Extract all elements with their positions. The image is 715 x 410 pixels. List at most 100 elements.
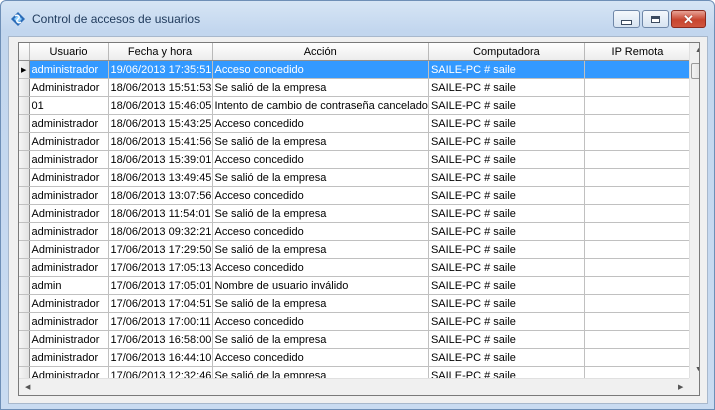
table-row[interactable]: administrador 17/06/2013 17:00:11 Acceso c… xyxy=(19,312,691,331)
row-indicator[interactable] xyxy=(19,78,30,97)
cell-ip-remota[interactable] xyxy=(584,150,691,169)
row-indicator[interactable] xyxy=(19,150,30,169)
row-indicator[interactable] xyxy=(19,168,30,187)
row-indicator[interactable] xyxy=(19,312,30,331)
cell-usuario[interactable]: Administrador xyxy=(29,330,109,349)
row-indicator[interactable] xyxy=(19,294,30,313)
cell-usuario[interactable]: admin xyxy=(29,276,109,295)
column-header-ip-remota[interactable]: IP Remota xyxy=(584,43,691,61)
cell-ip-remota[interactable] xyxy=(584,276,691,295)
cell-computadora[interactable]: SAILE-PC # saile xyxy=(428,114,585,133)
scroll-up-arrow-icon[interactable]: ▲ xyxy=(695,47,699,54)
column-header-usuario[interactable]: Usuario xyxy=(29,43,109,61)
cell-accion[interactable]: Acceso concedido xyxy=(212,150,429,169)
table-row[interactable]: Administrador 18/06/2013 15:51:53 Se salió… xyxy=(19,78,691,97)
cell-fecha-hora[interactable]: 17/06/2013 17:04:51 xyxy=(108,294,213,313)
cell-fecha-hora[interactable]: 17/06/2013 17:05:01 xyxy=(108,276,213,295)
cell-ip-remota[interactable] xyxy=(584,186,691,205)
cell-fecha-hora[interactable]: 17/06/2013 16:58:00 xyxy=(108,330,213,349)
table-row[interactable]: Administrador 17/06/2013 17:29:50 Se salió… xyxy=(19,240,691,259)
cell-fecha-hora[interactable]: 18/06/2013 13:07:56 xyxy=(108,186,213,205)
row-indicator[interactable] xyxy=(19,330,30,349)
cell-accion[interactable]: Nombre de usuario inválido xyxy=(212,276,429,295)
cell-ip-remota[interactable] xyxy=(584,258,691,277)
cell-ip-remota[interactable] xyxy=(584,132,691,151)
cell-usuario[interactable]: administrador xyxy=(29,258,109,277)
cell-usuario[interactable]: administrador xyxy=(29,150,109,169)
cell-ip-remota[interactable] xyxy=(584,312,691,331)
table-row[interactable]: Administrador 17/06/2013 17:04:51 Se salió… xyxy=(19,294,691,313)
table-row[interactable]: administrador 18/06/2013 15:43:25 Acceso c… xyxy=(19,114,691,133)
cell-accion[interactable]: Se salió de la empresa xyxy=(212,168,429,187)
cell-usuario[interactable]: Administrador xyxy=(29,78,109,97)
cell-ip-remota[interactable] xyxy=(584,168,691,187)
cell-fecha-hora[interactable]: 18/06/2013 13:49:45 xyxy=(108,168,213,187)
cell-accion[interactable]: Se salió de la empresa xyxy=(212,294,429,313)
table-row[interactable]: Administrador 17/06/2013 16:58:00 Se salió… xyxy=(19,330,691,349)
close-button[interactable]: ✕ xyxy=(671,10,706,28)
table-row[interactable]: 01 18/06/2013 15:46:05 Intento de cambio d… xyxy=(19,96,691,115)
cell-usuario[interactable]: administrador xyxy=(29,60,109,79)
cell-usuario[interactable]: administrador xyxy=(29,114,109,133)
cell-fecha-hora[interactable]: 19/06/2013 17:35:51 xyxy=(108,60,213,79)
cell-computadora[interactable]: SAILE-PC # saile xyxy=(428,150,585,169)
table-row[interactable]: administrador 18/06/2013 09:32:21 Acceso c… xyxy=(19,222,691,241)
cell-fecha-hora[interactable]: 17/06/2013 17:29:50 xyxy=(108,240,213,259)
cell-ip-remota[interactable] xyxy=(584,204,691,223)
cell-accion[interactable]: Se salió de la empresa xyxy=(212,240,429,259)
cell-accion[interactable]: Acceso concedido xyxy=(212,60,429,79)
row-indicator[interactable] xyxy=(19,276,30,295)
table-row[interactable]: administrador 17/06/2013 16:44:10 Acceso c… xyxy=(19,348,691,367)
cell-fecha-hora[interactable]: 18/06/2013 15:51:53 xyxy=(108,78,213,97)
cell-accion[interactable]: Acceso concedido xyxy=(212,258,429,277)
table-row[interactable]: admin 17/06/2013 17:05:01 Nombre de usuari… xyxy=(19,276,691,295)
cell-usuario[interactable]: 01 xyxy=(29,96,109,115)
cell-ip-remota[interactable] xyxy=(584,60,691,79)
cell-computadora[interactable]: SAILE-PC # saile xyxy=(428,96,585,115)
row-indicator[interactable]: ▶ xyxy=(19,60,30,79)
cell-usuario[interactable]: Administrador xyxy=(29,132,109,151)
row-indicator[interactable] xyxy=(19,132,30,151)
cell-ip-remota[interactable] xyxy=(584,294,691,313)
cell-accion[interactable]: Acceso concedido xyxy=(212,114,429,133)
cell-fecha-hora[interactable]: 18/06/2013 15:41:56 xyxy=(108,132,213,151)
row-indicator[interactable] xyxy=(19,96,30,115)
row-indicator[interactable] xyxy=(19,348,30,367)
cell-ip-remota[interactable] xyxy=(584,114,691,133)
table-row[interactable]: administrador 17/06/2013 17:05:13 Acceso c… xyxy=(19,258,691,277)
cell-computadora[interactable]: SAILE-PC # saile xyxy=(428,330,585,349)
table-row[interactable]: Administrador 18/06/2013 11:54:01 Se salió… xyxy=(19,204,691,223)
scroll-left-arrow-icon[interactable]: ◀ xyxy=(25,383,30,391)
cell-accion[interactable]: Acceso concedido xyxy=(212,348,429,367)
maximize-button[interactable] xyxy=(642,10,669,28)
cell-fecha-hora[interactable]: 18/06/2013 15:39:01 xyxy=(108,150,213,169)
title-bar[interactable]: Control de accesos de usuarios ✕ xyxy=(1,1,714,37)
cell-ip-remota[interactable] xyxy=(584,222,691,241)
cell-computadora[interactable]: SAILE-PC # saile xyxy=(428,168,585,187)
cell-fecha-hora[interactable]: 17/06/2013 17:00:11 xyxy=(108,312,213,331)
column-header-accion[interactable]: Acción xyxy=(212,43,429,61)
horizontal-scroll-track[interactable] xyxy=(37,380,677,394)
cell-computadora[interactable]: SAILE-PC # saile xyxy=(428,204,585,223)
cell-fecha-hora[interactable]: 17/06/2013 17:05:13 xyxy=(108,258,213,277)
cell-fecha-hora[interactable]: 17/06/2013 16:44:10 xyxy=(108,348,213,367)
cell-computadora[interactable]: SAILE-PC # saile xyxy=(428,276,585,295)
cell-fecha-hora[interactable]: 18/06/2013 09:32:21 xyxy=(108,222,213,241)
cell-ip-remota[interactable] xyxy=(584,330,691,349)
cell-fecha-hora[interactable]: 18/06/2013 11:54:01 xyxy=(108,204,213,223)
cell-usuario[interactable]: administrador xyxy=(29,186,109,205)
cell-accion[interactable]: Se salió de la empresa xyxy=(212,132,429,151)
cell-accion[interactable]: Acceso concedido xyxy=(212,312,429,331)
cell-usuario[interactable]: administrador xyxy=(29,222,109,241)
vertical-scroll-thumb[interactable] xyxy=(691,63,699,79)
cell-computadora[interactable]: SAILE-PC # saile xyxy=(428,60,585,79)
cell-computadora[interactable]: SAILE-PC # saile xyxy=(428,312,585,331)
table-row[interactable]: Administrador 18/06/2013 13:49:45 Se salió… xyxy=(19,168,691,187)
cell-ip-remota[interactable] xyxy=(584,348,691,367)
vertical-scrollbar[interactable]: ▲ ▼ xyxy=(689,43,699,378)
table-row[interactable]: administrador 18/06/2013 13:07:56 Acceso c… xyxy=(19,186,691,205)
table-row[interactable]: Administrador 18/06/2013 15:41:56 Se salió… xyxy=(19,132,691,151)
row-indicator[interactable] xyxy=(19,114,30,133)
cell-computadora[interactable]: SAILE-PC # saile xyxy=(428,186,585,205)
cell-usuario[interactable]: Administrador xyxy=(29,204,109,223)
